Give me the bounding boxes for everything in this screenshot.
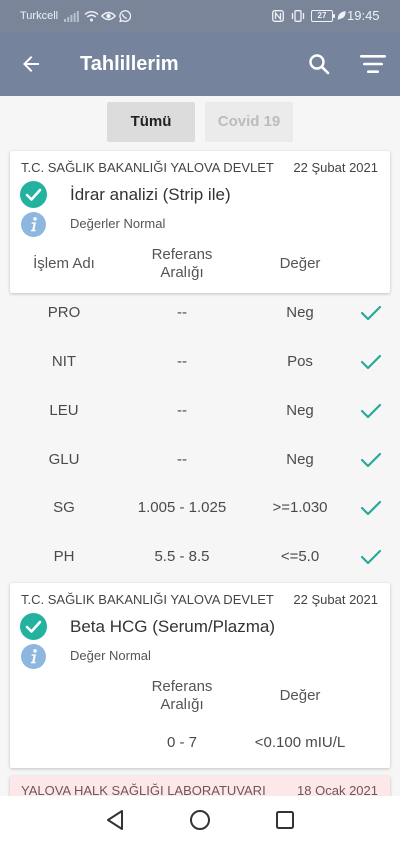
- check-icon: [360, 288, 382, 337]
- check-icon: [360, 386, 382, 435]
- result-date: 22 Şubat 2021: [293, 160, 378, 175]
- table-row: SG 1.005 - 1.025 >=1.030: [0, 483, 400, 532]
- result-value: >=1.030: [272, 499, 328, 516]
- column-header-reference: Referans Aralığı: [151, 678, 213, 713]
- carrier-name: Turkcell: [20, 10, 59, 22]
- institution-name: T.C. SAĞLIK BAKANLIĞI YALOVA DEVLET: [21, 160, 274, 175]
- tab-all[interactable]: Tümü: [107, 102, 195, 142]
- result-card[interactable]: T.C. SAĞLIK BAKANLIĞI YALOVA DEVLET 22 Ş…: [10, 583, 390, 768]
- battery-icon: 27: [311, 10, 333, 22]
- screen: Turkcell 27 19:45 Tahlillerim Tümü Covid…: [0, 0, 400, 844]
- wifi-icon: [84, 0, 99, 32]
- reference-range: 5.5 - 8.5: [154, 548, 210, 565]
- check-icon: [360, 337, 382, 386]
- check-circle-icon: [20, 181, 47, 208]
- institution-name: T.C. SAĞLIK BAKANLIĞI YALOVA DEVLET: [21, 592, 274, 607]
- nav-recents-icon[interactable]: [265, 796, 305, 844]
- result-date: 22 Şubat 2021: [293, 592, 378, 607]
- arrow-back-icon[interactable]: [19, 52, 43, 76]
- clock-time: 19:45: [347, 8, 380, 23]
- table-row: GLU -- Neg: [0, 435, 400, 484]
- parameter-name: GLU: [48, 451, 80, 468]
- table-row: PRO -- Neg: [0, 288, 400, 337]
- table-row: LEU -- Neg: [0, 386, 400, 435]
- parameter-name: PRO: [47, 304, 81, 321]
- reference-range: --: [177, 402, 187, 419]
- info-icon[interactable]: [21, 212, 46, 237]
- check-icon: [360, 532, 382, 581]
- reference-range: --: [177, 353, 187, 370]
- result-card[interactable]: T.C. SAĞLIK BAKANLIĞI YALOVA DEVLET 22 Ş…: [10, 151, 390, 293]
- nav-home-icon[interactable]: [180, 796, 220, 844]
- info-icon[interactable]: [21, 644, 46, 669]
- filter-icon[interactable]: [359, 53, 387, 75]
- column-header-reference: Referans Aralığı: [151, 246, 213, 281]
- system-nav-bar: [0, 796, 400, 844]
- search-icon[interactable]: [307, 52, 331, 76]
- check-circle-icon: [20, 613, 47, 640]
- result-value: <=5.0: [280, 548, 320, 565]
- eye-icon: [101, 0, 116, 32]
- table-row: NIT -- Pos: [0, 337, 400, 386]
- check-icon: [360, 435, 382, 484]
- result-value: Neg: [286, 402, 314, 419]
- tab-covid-19[interactable]: Covid 19: [205, 102, 293, 142]
- test-name: İdrar analizi (Strip ile): [70, 185, 231, 204]
- test-name: Beta HCG (Serum/Plazma): [70, 617, 275, 636]
- table-row: PH 5.5 - 8.5 <=5.0: [0, 532, 400, 581]
- reference-range: 1.005 - 1.025: [137, 499, 227, 516]
- whatsapp-icon: [118, 0, 131, 32]
- result-value: Neg: [286, 304, 314, 321]
- parameter-name: LEU: [49, 402, 79, 419]
- leaf-icon: [337, 0, 346, 32]
- reference-range: --: [177, 304, 187, 321]
- result-value: <0.100 mIU/L: [254, 734, 346, 751]
- app-bar: Tahlillerim: [0, 32, 400, 96]
- column-header-value: Değer: [279, 687, 321, 704]
- page-title: Tahlillerim: [80, 53, 179, 75]
- nfc-icon: [272, 0, 284, 32]
- parameter-name: PH: [53, 548, 75, 565]
- nav-back-icon[interactable]: [95, 796, 135, 844]
- result-summary: Değer Normal: [70, 648, 151, 663]
- vibrate-icon: [291, 0, 305, 32]
- reference-range: --: [177, 451, 187, 468]
- status-bar: Turkcell 27 19:45: [0, 0, 400, 32]
- result-value: Pos: [287, 353, 313, 370]
- battery-nub: [333, 14, 335, 18]
- check-icon: [360, 483, 382, 532]
- signal-icon: [64, 0, 79, 32]
- parameter-name: SG: [53, 499, 75, 516]
- result-summary: Değerler Normal: [70, 216, 166, 231]
- parameter-name: NIT: [51, 353, 77, 370]
- column-header-value: Değer: [279, 255, 321, 272]
- column-header-name: İşlem Adı: [33, 255, 95, 272]
- result-value: Neg: [286, 451, 314, 468]
